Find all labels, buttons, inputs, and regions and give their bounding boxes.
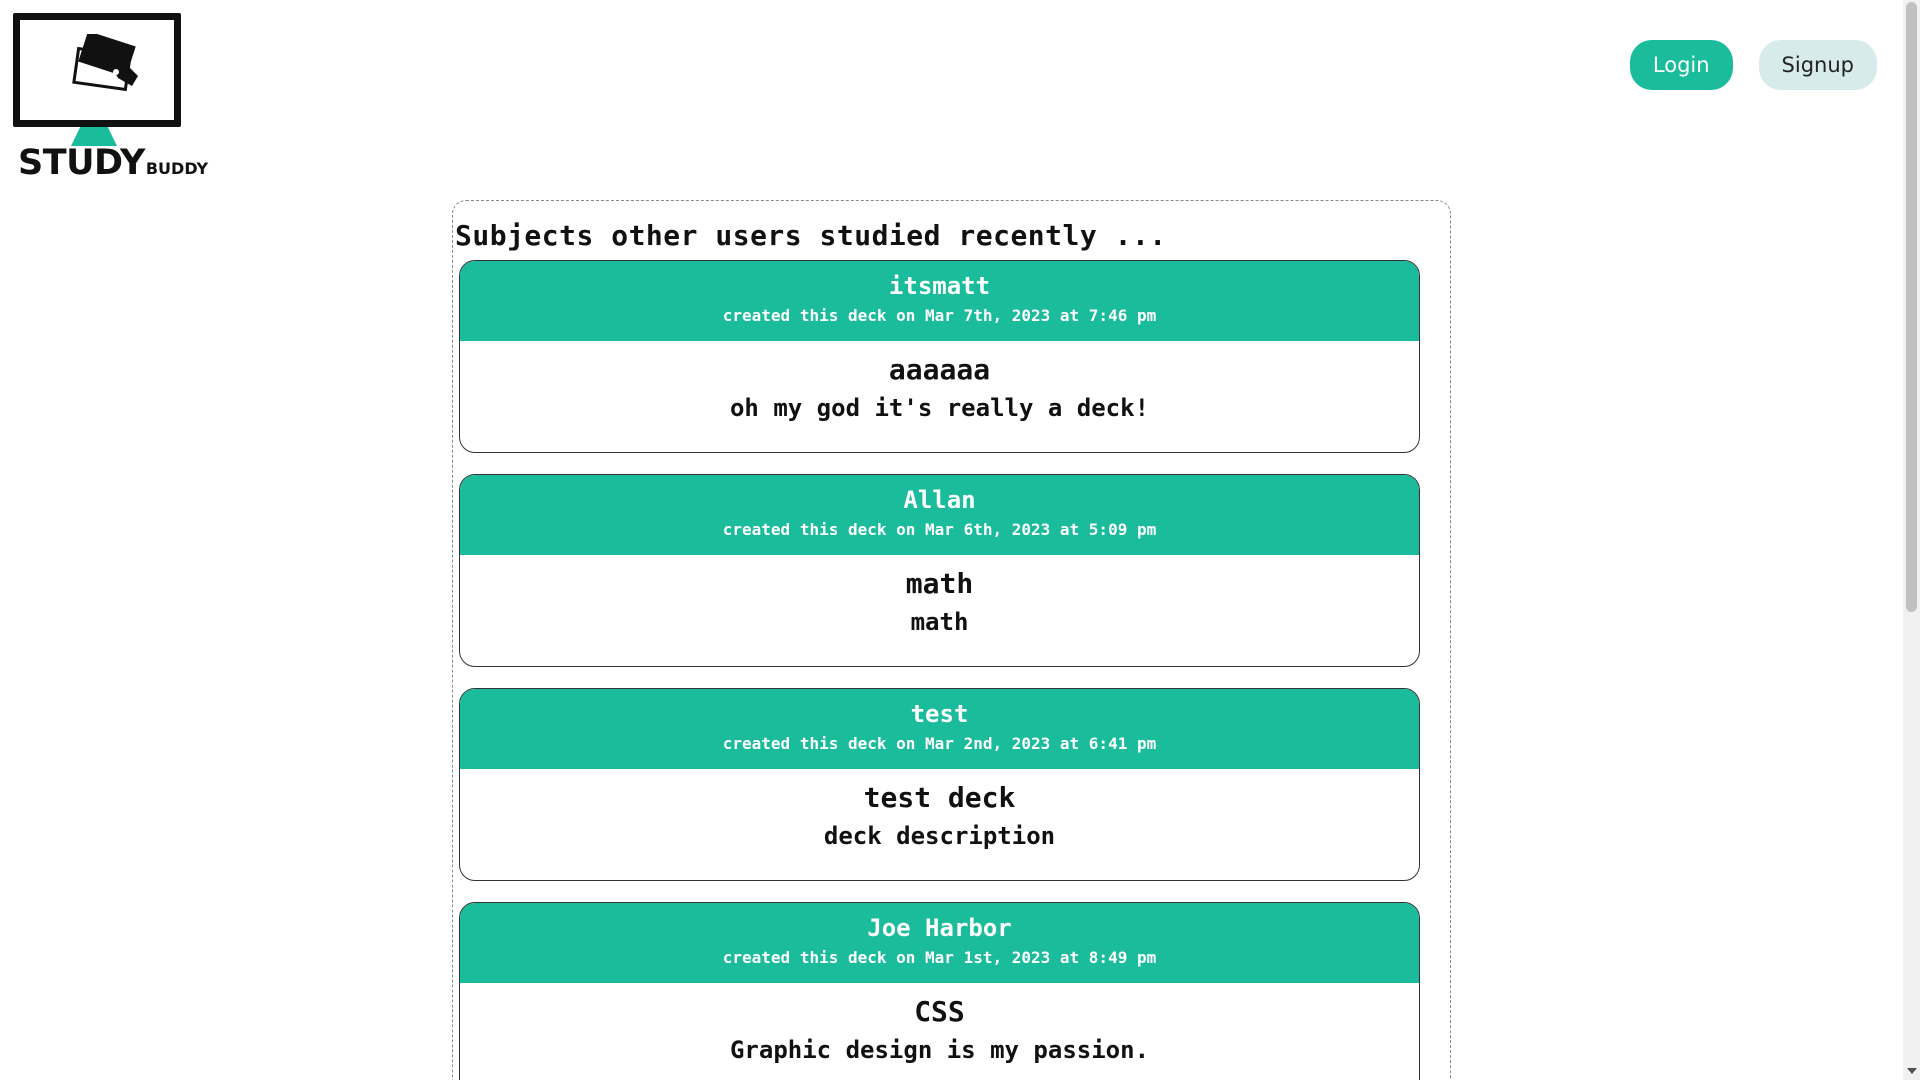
deck-description: deck description bbox=[823, 822, 1056, 850]
signup-button[interactable]: Signup bbox=[1758, 40, 1877, 90]
deck-card[interactable]: Allan created this deck on Mar 6th, 2023… bbox=[459, 474, 1420, 667]
logo-text-buddy: BUDDY bbox=[145, 159, 209, 178]
deck-name: aaaaaa bbox=[888, 353, 991, 386]
studybuddy-logo[interactable]: STUDYBUDDY bbox=[13, 13, 208, 183]
scrollbar-thumb[interactable] bbox=[1906, 2, 1917, 612]
deck-card-header: itsmatt created this deck on Mar 7th, 20… bbox=[460, 261, 1419, 341]
deck-author: itsmatt bbox=[888, 272, 991, 300]
deck-description: math bbox=[910, 608, 969, 636]
deck-created-date: created this deck on Mar 1st, 2023 at 8:… bbox=[722, 948, 1157, 967]
deck-list: itsmatt created this deck on Mar 7th, 20… bbox=[459, 260, 1420, 1080]
deck-card[interactable]: Joe Harbor created this deck on Mar 1st,… bbox=[459, 902, 1420, 1080]
deck-card-body: aaaaaa oh my god it's really a deck! bbox=[460, 341, 1419, 452]
deck-card-header: Joe Harbor created this deck on Mar 1st,… bbox=[460, 903, 1419, 983]
deck-description: Graphic design is my passion. bbox=[729, 1036, 1150, 1064]
logo-wordmark: STUDYBUDDY bbox=[18, 143, 208, 183]
deck-card-body: CSS Graphic design is my passion. bbox=[460, 983, 1419, 1080]
deck-card-body: test deck deck description bbox=[460, 769, 1419, 880]
page: STUDYBUDDY Login Signup Subjects other u… bbox=[0, 0, 1920, 1080]
deck-created-date: created this deck on Mar 7th, 2023 at 7:… bbox=[722, 306, 1157, 325]
deck-author: Allan bbox=[903, 486, 976, 514]
deck-description: oh my god it's really a deck! bbox=[729, 394, 1150, 422]
deck-card[interactable]: test created this deck on Mar 2nd, 2023 … bbox=[459, 688, 1420, 881]
page-scrollbar[interactable] bbox=[1903, 0, 1920, 1080]
deck-card-header: test created this deck on Mar 2nd, 2023 … bbox=[460, 689, 1419, 769]
auth-nav: Login Signup bbox=[1629, 40, 1877, 90]
login-button[interactable]: Login bbox=[1629, 40, 1733, 90]
monitor-icon bbox=[13, 13, 181, 127]
deck-author: Joe Harbor bbox=[867, 914, 1012, 942]
deck-card[interactable]: itsmatt created this deck on Mar 7th, 20… bbox=[459, 260, 1420, 453]
recent-decks-panel: Subjects other users studied recently ..… bbox=[452, 200, 1451, 1080]
scroll-down-arrow-icon[interactable] bbox=[1907, 1068, 1917, 1074]
deck-card-header: Allan created this deck on Mar 6th, 2023… bbox=[460, 475, 1419, 555]
feed-title: Subjects other users studied recently ..… bbox=[455, 219, 1167, 252]
deck-name: test deck bbox=[863, 781, 1016, 814]
deck-author: test bbox=[910, 700, 969, 728]
logo-text-study: STUDY bbox=[18, 143, 145, 183]
deck-name: math bbox=[905, 567, 974, 600]
deck-card-body: math math bbox=[460, 555, 1419, 666]
flashcards-icon bbox=[72, 34, 138, 92]
deck-created-date: created this deck on Mar 6th, 2023 at 5:… bbox=[722, 520, 1157, 539]
deck-name: CSS bbox=[914, 995, 965, 1028]
deck-created-date: created this deck on Mar 2nd, 2023 at 6:… bbox=[722, 734, 1157, 753]
